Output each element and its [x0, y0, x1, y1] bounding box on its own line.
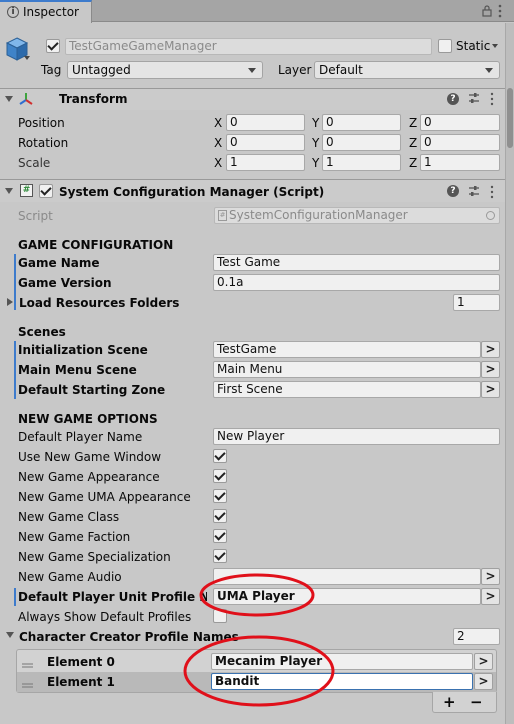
scrollbar-thumb[interactable]	[507, 88, 513, 148]
annotation-overlay	[183, 573, 335, 707]
annotation-ellipse-default-profile	[199, 573, 315, 617]
annotation-ellipse-elements	[183, 635, 335, 707]
